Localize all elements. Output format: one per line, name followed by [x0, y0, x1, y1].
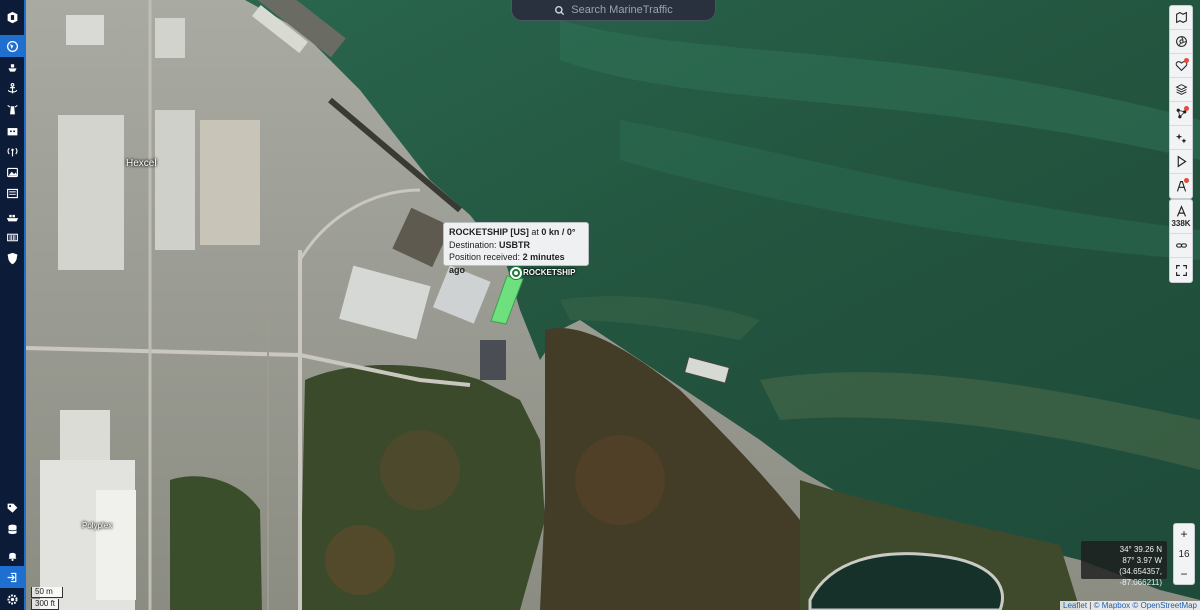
coord-lon: 87° 3.97 W [1122, 556, 1162, 565]
osm-link[interactable]: © OpenStreetMap [1132, 601, 1197, 610]
filters-badge [1184, 58, 1189, 63]
satellite-imagery [0, 0, 1200, 610]
link-icon [1175, 243, 1187, 248]
filters-button[interactable] [1170, 54, 1192, 78]
database-icon[interactable] [0, 518, 24, 540]
cursor-coordinates: 34° 39.26 N 87° 3.97 W (34.654357, -87.0… [1081, 541, 1167, 587]
vessel-count-panel: 338K [1169, 199, 1193, 283]
barcode-icon[interactable] [0, 226, 24, 248]
map-tools-panel [1169, 5, 1193, 199]
zoom-in-button[interactable]: + [1174, 524, 1194, 544]
globe-icon[interactable] [0, 35, 24, 57]
vessel-count-button[interactable]: 338K [1170, 200, 1192, 234]
zoom-out-button[interactable]: − [1174, 564, 1194, 584]
vessel-label-icon [1176, 205, 1186, 217]
gear-icon[interactable] [0, 588, 24, 610]
scale-bar-metric: 50 m [31, 587, 63, 598]
login-icon[interactable] [0, 566, 24, 588]
building-icon[interactable] [0, 119, 24, 141]
search-icon [555, 5, 565, 15]
zoom-level: 16 [1178, 548, 1190, 560]
popup-vessel-name[interactable]: ROCKETSHIP [US] [449, 227, 529, 237]
ship-icon[interactable] [0, 56, 24, 78]
vessel-count: 338K [1171, 219, 1191, 228]
search-placeholder: Search MarineTraffic [571, 4, 673, 16]
scale-bar-imperial: 300 ft [31, 599, 59, 610]
popup-destination-label: Destination: [449, 239, 497, 250]
sparkle-icon [1175, 133, 1186, 144]
popup-destination: USBTR [499, 239, 531, 250]
density-button[interactable] [1170, 102, 1192, 126]
place-label-polyplex: Polyplex [82, 521, 113, 530]
map-icon [1175, 11, 1187, 24]
route-badge [1184, 178, 1189, 183]
play-icon [1177, 155, 1187, 168]
layers-button[interactable] [1170, 78, 1192, 102]
layers-icon [1175, 84, 1187, 95]
mapbox-link[interactable]: © Mapbox [1094, 601, 1131, 610]
fullscreen-icon [1175, 264, 1187, 276]
coord-decimal: (34.654357, -87.066211) [1119, 567, 1162, 587]
popup-at: at [531, 227, 539, 237]
map-attribution: Leaflet | © Mapbox © OpenStreetMap [1060, 601, 1200, 610]
photo-icon[interactable] [0, 161, 24, 183]
left-navigation [0, 0, 26, 610]
newspaper-icon[interactable] [0, 182, 24, 204]
route-button[interactable] [1170, 174, 1192, 198]
marinetraffic-logo-icon[interactable] [0, 4, 24, 30]
map-canvas[interactable]: Hexcel Polyplex ROCKETSHIP ROCKETSHIP [U… [0, 0, 1200, 610]
link-button[interactable] [1170, 234, 1192, 258]
map-options-button[interactable] [1170, 6, 1192, 30]
container-ship-icon[interactable] [0, 205, 24, 227]
place-label-hexcel: Hexcel [126, 158, 157, 169]
zoom-control: + 16 − [1173, 523, 1195, 585]
shield-icon[interactable] [0, 247, 24, 269]
play-button[interactable] [1170, 150, 1192, 174]
antenna-icon[interactable] [0, 140, 24, 162]
leaflet-link[interactable]: Leaflet [1063, 601, 1087, 610]
popup-position-label: Position received: [449, 252, 521, 262]
fullscreen-button[interactable] [1170, 258, 1192, 282]
popup-speed-course: 0 kn / 0° [541, 227, 576, 237]
lighthouse-icon[interactable] [0, 98, 24, 120]
measure-button[interactable] [1170, 126, 1192, 150]
tag-icon[interactable] [0, 497, 24, 519]
coord-lat: 34° 39.26 N [1119, 545, 1162, 554]
aperture-icon [1175, 36, 1187, 47]
bell-icon[interactable] [0, 544, 24, 566]
density-badge [1184, 106, 1189, 111]
vessel-popup: ROCKETSHIP [US] at 0 kn / 0° Destination… [443, 222, 589, 275]
search-bar[interactable]: Search MarineTraffic [511, 0, 716, 21]
anchor-icon[interactable] [0, 77, 24, 99]
weather-button[interactable] [1170, 30, 1192, 54]
